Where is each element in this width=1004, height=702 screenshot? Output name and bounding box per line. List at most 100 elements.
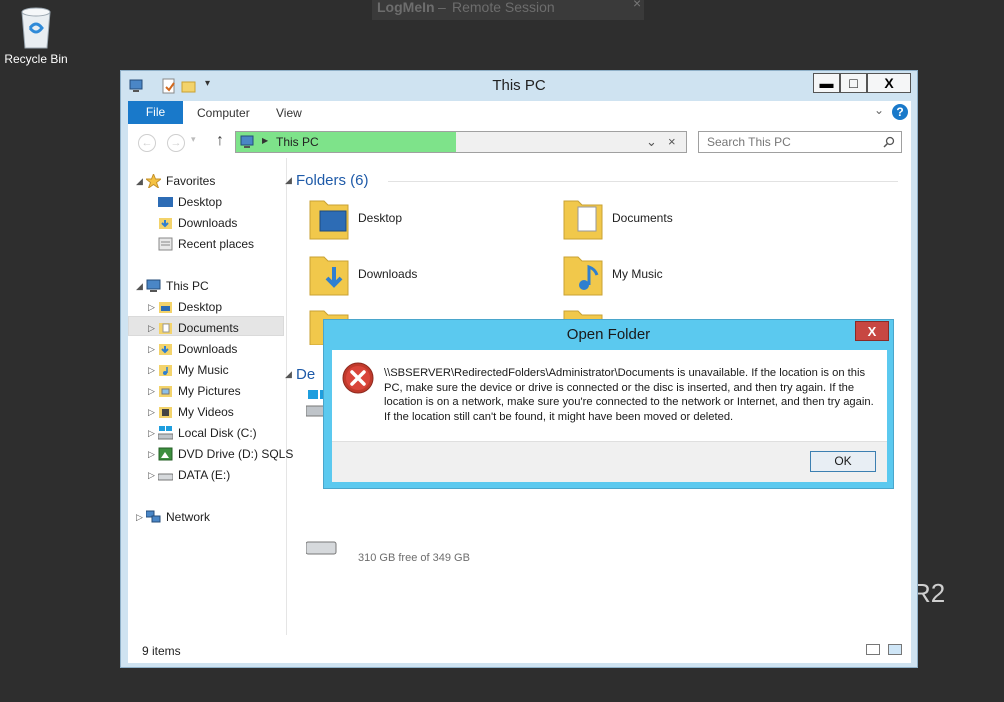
documents-folder-icon: [563, 200, 603, 240]
address-bar[interactable]: ▶ This PC ⌄ ×: [235, 131, 687, 153]
expand-toggle-icon[interactable]: ▷: [148, 360, 158, 380]
forward-button[interactable]: →: [167, 134, 185, 152]
group-divider: [388, 181, 898, 182]
expand-toggle-icon[interactable]: ▷: [148, 297, 158, 317]
navigation-pane: ◢ Favorites Desktop Downloads Recent pla…: [128, 158, 293, 635]
expand-toggle-icon[interactable]: ▷: [148, 318, 158, 338]
remote-bar-close-button[interactable]: ×: [633, 0, 641, 11]
expand-toggle-icon[interactable]: ▷: [148, 381, 158, 401]
expand-toggle-icon[interactable]: ▷: [148, 402, 158, 422]
tab-view[interactable]: View: [276, 101, 302, 124]
window-title: This PC: [492, 77, 546, 94]
dialog-body: \\SBSERVER\RedirectedFolders\Administrat…: [332, 350, 887, 441]
ok-button[interactable]: OK: [810, 451, 876, 472]
folder-label: Desktop: [358, 211, 403, 225]
folder-label: My Music: [612, 267, 663, 281]
large-icons-view-icon[interactable]: [888, 644, 902, 655]
search-input[interactable]: Search This PC: [698, 131, 902, 153]
desktop-folder-icon: [159, 302, 172, 313]
dialog-title: Open Folder: [566, 326, 651, 343]
close-button[interactable]: X: [867, 73, 911, 93]
folder-tile-downloads[interactable]: Downloads: [308, 249, 528, 299]
breadcrumb[interactable]: This PC: [276, 135, 319, 149]
downloads-folder-icon: [159, 218, 172, 229]
address-dropdown-icon[interactable]: ⌄: [646, 134, 657, 150]
star-icon: [146, 174, 161, 188]
folder-tile-documents[interactable]: Documents: [562, 193, 782, 243]
nav-label: My Music: [178, 363, 229, 377]
folder-tile-desktop[interactable]: Desktop: [308, 193, 528, 243]
hard-drive-icon: [158, 473, 173, 481]
dvd-drive-icon: [158, 447, 173, 461]
videos-folder-icon: [159, 407, 172, 418]
status-bar: 9 items: [128, 635, 911, 663]
help-icon[interactable]: ?: [892, 104, 908, 120]
minimize-button[interactable]: ▬: [813, 73, 840, 93]
folder-label: Downloads: [358, 267, 418, 281]
logmein-brand: LogMeIn: [377, 0, 435, 15]
back-button[interactable]: ←: [138, 134, 156, 152]
collapse-group-icon[interactable]: ◢: [285, 175, 292, 186]
up-button[interactable]: ↑: [216, 132, 224, 150]
downloads-folder-icon: [159, 344, 172, 355]
hard-drive-icon: [306, 541, 337, 555]
tab-computer[interactable]: Computer: [197, 101, 250, 124]
recent-places-icon: [158, 237, 173, 251]
expand-toggle-icon[interactable]: ▷: [136, 507, 146, 527]
nav-label: This PC: [166, 279, 209, 293]
recycle-bin-icon: [18, 4, 54, 50]
folder-tile-my-music[interactable]: My Music: [562, 249, 782, 299]
collapse-group-icon[interactable]: ◢: [285, 369, 292, 380]
ribbon-tabs: File Computer View ⌄ ?: [128, 101, 911, 124]
dialog-close-button[interactable]: X: [855, 321, 889, 341]
windows-drive-icon: [158, 426, 173, 440]
nav-label: Documents: [178, 321, 239, 335]
documents-folder-icon: [159, 323, 172, 334]
recycle-bin-label: Recycle Bin: [4, 52, 68, 66]
expand-toggle-icon[interactable]: ◢: [136, 276, 146, 296]
nav-label: Local Disk (C:): [178, 426, 257, 440]
nav-label: My Pictures: [178, 384, 241, 398]
nav-label: Desktop: [178, 195, 223, 209]
title-bar[interactable]: ▾ This PC ▬ □ X: [121, 71, 917, 101]
nav-label: DATA (E:): [178, 468, 231, 482]
desktop-folder-icon: [309, 200, 349, 240]
expand-toggle-icon[interactable]: ▷: [148, 339, 158, 359]
downloads-folder-icon: [309, 256, 349, 296]
this-pc-small-icon: [240, 135, 254, 148]
nav-label: Downloads: [178, 342, 238, 356]
recent-locations-icon[interactable]: ▾: [191, 134, 196, 145]
navigation-row: ← → ▾ ↑ ▶ This PC ⌄ × Search This PC: [128, 124, 911, 158]
expand-toggle-icon[interactable]: ▷: [148, 444, 158, 464]
item-count: 9 items: [142, 644, 181, 658]
nav-label: My Videos: [178, 405, 234, 419]
recycle-bin-shortcut[interactable]: Recycle Bin: [4, 4, 68, 66]
expand-toggle-icon[interactable]: ▷: [148, 465, 158, 485]
expand-ribbon-icon[interactable]: ⌄: [874, 103, 884, 117]
maximize-button[interactable]: □: [840, 73, 867, 93]
remote-session-bar: LogMeIn – Remote Session ×: [372, 0, 644, 20]
folder-label: Documents: [612, 211, 673, 225]
expand-toggle-icon[interactable]: ▷: [148, 423, 158, 443]
pictures-folder-icon: [159, 386, 172, 397]
error-icon: [342, 362, 374, 394]
nav-label: Network: [166, 510, 211, 524]
network-icon: [146, 510, 161, 523]
group-header[interactable]: Folders (6): [296, 172, 369, 189]
details-view-icon[interactable]: [866, 644, 880, 655]
music-folder-icon: [159, 365, 172, 376]
drive-free-space: 310 GB free of 349 GB: [358, 552, 470, 564]
breadcrumb-chevron-icon[interactable]: ▶: [262, 136, 268, 145]
clear-address-icon[interactable]: ×: [668, 134, 676, 149]
devices-group-header[interactable]: De: [296, 366, 315, 383]
nav-label: Downloads: [178, 216, 238, 230]
remote-session-label: Remote Session: [452, 0, 555, 15]
this-pc-icon: [146, 279, 161, 292]
search-placeholder: Search This PC: [707, 135, 791, 149]
tab-file[interactable]: File: [128, 101, 183, 124]
dialog-footer: OK: [332, 441, 887, 482]
expand-toggle-icon[interactable]: ◢: [136, 171, 146, 191]
address-progress: [236, 132, 456, 152]
search-icon[interactable]: [883, 136, 895, 148]
error-message: \\SBSERVER\RedirectedFolders\Administrat…: [384, 367, 874, 423]
